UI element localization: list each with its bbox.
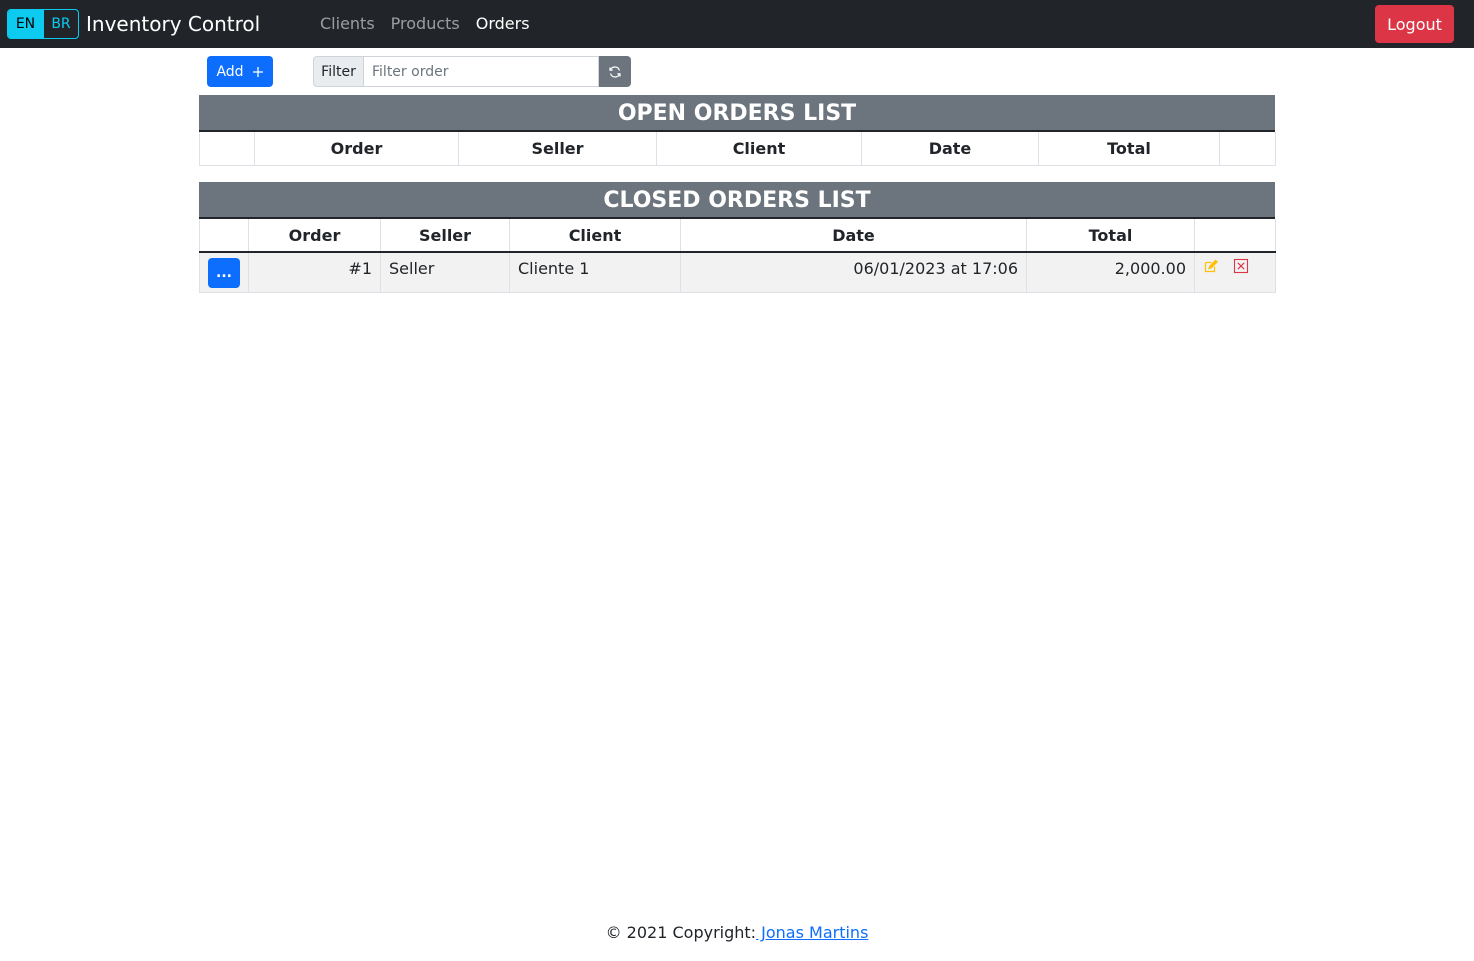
column-header-order: Order [254,132,459,166]
lang-en-button[interactable]: EN [8,10,43,38]
open-orders-header-row: Order Seller Client Date Total [199,132,1276,166]
cell-total: 2,000.00 [1026,251,1195,293]
filter-group: Filter [313,56,631,87]
navbar: EN BR Inventory Control Clients Products… [0,0,1474,48]
open-orders-section: OPEN ORDERS LIST Order Seller Client Dat… [199,95,1276,166]
row-actions [1195,253,1275,274]
closed-orders-section: CLOSED ORDERS LIST Order Seller Client D… [199,182,1276,293]
footer: © 2021 Copyright: Jonas Martins [0,922,1474,944]
column-header-date: Date [680,219,1027,253]
add-order-button[interactable]: Add [207,56,273,87]
add-button-label: Add [216,63,244,80]
row-details-button[interactable]: ... [208,258,240,288]
cell-order: #1 [248,251,381,293]
table-row: ... #1 Seller Cliente 1 06/01/2023 at 17… [199,251,1276,293]
footer-author-link[interactable]: Jonas Martins [756,923,868,942]
filter-input[interactable] [364,56,599,87]
plus-icon [252,66,264,78]
closed-orders-title: CLOSED ORDERS LIST [199,182,1275,219]
edit-icon[interactable] [1203,258,1219,274]
column-header [199,219,249,253]
cell-actions [1194,251,1276,293]
column-header [1194,219,1276,253]
column-header-client: Client [656,132,862,166]
cell-seller: Seller [380,251,510,293]
column-header-order: Order [248,219,381,253]
delete-icon[interactable] [1233,258,1249,274]
refresh-button[interactable] [599,56,631,87]
nav-links: Clients Products Orders [320,13,530,35]
filter-label: Filter [313,56,364,87]
open-orders-title: OPEN ORDERS LIST [199,95,1275,132]
closed-orders-header-row: Order Seller Client Date Total [199,219,1276,253]
column-header-total: Total [1026,219,1195,253]
column-header-seller: Seller [380,219,510,253]
nav-link-products[interactable]: Products [391,13,460,35]
column-header-date: Date [861,132,1039,166]
nav-link-clients[interactable]: Clients [320,13,375,35]
nav-link-orders[interactable]: Orders [476,13,530,35]
refresh-icon [608,65,622,79]
open-orders-table: Order Seller Client Date Total [199,132,1276,166]
column-header-total: Total [1038,132,1220,166]
cell-date: 06/01/2023 at 17:06 [680,251,1027,293]
cell-client: Cliente 1 [509,251,681,293]
column-header [199,132,255,166]
closed-orders-table: Order Seller Client Date Total ... #1 Se… [199,219,1276,293]
language-switcher: EN BR [7,9,79,39]
row-more-cell: ... [199,251,249,293]
lang-br-button[interactable]: BR [43,10,78,38]
column-header-client: Client [509,219,681,253]
column-header [1219,132,1276,166]
footer-copyright: © 2021 Copyright: [605,923,757,942]
logout-button[interactable]: Logout [1375,5,1454,43]
brand-title[interactable]: Inventory Control [86,10,260,38]
column-header-seller: Seller [458,132,657,166]
